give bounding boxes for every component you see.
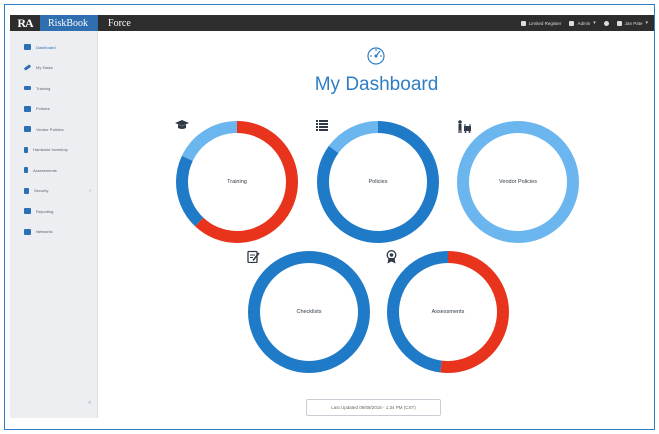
donut-checklists[interactable]: Checklists bbox=[247, 250, 371, 374]
donut-assessments[interactable]: Assessments bbox=[386, 250, 510, 374]
topbar-register-link[interactable]: Limited Register bbox=[520, 20, 562, 26]
sidebar-item-label: Reporting bbox=[36, 208, 54, 214]
sidebar-item-my-tasks[interactable]: My Tasks bbox=[10, 58, 97, 79]
chart-icon bbox=[24, 208, 31, 215]
sidebar-item-label: Vendor Policies bbox=[36, 126, 64, 132]
sidebar-item-vendor-policies[interactable]: Vendor Policies bbox=[10, 119, 97, 140]
donut-vendor-policies[interactable]: Vendor Policies bbox=[456, 120, 580, 244]
list-icon bbox=[316, 120, 328, 131]
donut-label: Training bbox=[227, 179, 247, 185]
lock-icon bbox=[24, 187, 29, 194]
sidebar-item-security[interactable]: Security › bbox=[10, 181, 97, 202]
sidebar-item-training[interactable]: Training bbox=[10, 78, 97, 99]
topbar-help-button[interactable] bbox=[603, 20, 609, 26]
topbar-admin-label: Admin bbox=[577, 20, 591, 26]
graduation-cap-icon bbox=[175, 120, 189, 129]
network-icon bbox=[24, 228, 31, 235]
hardware-icon bbox=[24, 146, 28, 153]
sidebar-item-label: Training bbox=[36, 85, 51, 91]
sidebar: Dashboard My Tasks Training Policies Ven… bbox=[10, 31, 98, 418]
last-updated-box: Last Updated 08/08/2018 - 1:34 PM (CST) bbox=[306, 399, 441, 416]
graduation-cap-icon bbox=[24, 86, 31, 91]
page-title: My Dashboard bbox=[314, 74, 439, 95]
chevron-right-icon: › bbox=[89, 187, 91, 194]
vendor-icon bbox=[24, 126, 31, 133]
donut-label: Checklists bbox=[296, 309, 322, 315]
topbar-user-label: Jan Pate bbox=[624, 20, 643, 26]
sidebar-item-label: Dashboard bbox=[36, 44, 56, 50]
sidebar-collapse-button[interactable]: « bbox=[88, 400, 91, 406]
topbar-user-menu[interactable]: Jan Pate ▾ bbox=[616, 20, 648, 26]
chevron-down-icon: ▾ bbox=[645, 20, 648, 26]
donut-label: Policies bbox=[368, 179, 388, 185]
brand-product-name: RiskBook bbox=[40, 15, 99, 31]
donut-policies[interactable]: Policies bbox=[316, 120, 440, 244]
dashboard-icon bbox=[24, 44, 31, 51]
brand[interactable]: RA RiskBook Force bbox=[10, 15, 131, 31]
topbar-admin-menu[interactable]: Admin ▾ bbox=[569, 20, 596, 26]
donut-label: Assessments bbox=[431, 309, 465, 315]
sidebar-item-label: Security bbox=[34, 188, 49, 194]
user-icon bbox=[616, 20, 622, 26]
donut-training[interactable]: Training bbox=[175, 120, 299, 244]
user-icon bbox=[520, 20, 526, 26]
brand-logo: RA bbox=[17, 15, 33, 30]
checklist-icon bbox=[247, 250, 260, 263]
donut-label: Vendor Policies bbox=[499, 179, 537, 185]
pencil-icon bbox=[23, 64, 32, 71]
vendor-icon bbox=[458, 120, 471, 133]
chevron-down-icon: ▾ bbox=[593, 20, 596, 26]
main-content: My Dashboard Training Policies Vendor Po… bbox=[99, 31, 654, 418]
sidebar-item-label: Networks bbox=[36, 229, 53, 235]
sidebar-item-label: Assessments bbox=[33, 167, 57, 173]
sidebar-item-policies[interactable]: Policies bbox=[10, 99, 97, 120]
top-bar: RA RiskBook Force Limited Register Admin… bbox=[10, 15, 654, 31]
sidebar-item-networks[interactable]: Networks bbox=[10, 222, 97, 243]
top-right-menu: Limited Register Admin ▾ Jan Pate ▾ bbox=[520, 20, 654, 26]
sidebar-item-reporting[interactable]: Reporting bbox=[10, 201, 97, 222]
topbar-register-label: Limited Register bbox=[528, 20, 562, 26]
sidebar-item-label: Policies bbox=[36, 106, 50, 112]
help-icon bbox=[603, 20, 609, 26]
award-icon bbox=[24, 167, 28, 174]
dashboard-gauge-icon bbox=[367, 47, 385, 65]
list-icon bbox=[24, 105, 31, 112]
gear-icon bbox=[569, 20, 575, 26]
sidebar-item-label: My Tasks bbox=[36, 65, 53, 71]
sidebar-item-dashboard[interactable]: Dashboard bbox=[10, 37, 97, 58]
sidebar-item-hardware-inventory[interactable]: Hardware Inventory bbox=[10, 140, 97, 161]
award-icon bbox=[386, 250, 397, 264]
sidebar-item-label: Hardware Inventory bbox=[33, 147, 68, 153]
sidebar-item-assessments[interactable]: Assessments bbox=[10, 160, 97, 181]
brand-module-name: Force bbox=[108, 17, 131, 29]
